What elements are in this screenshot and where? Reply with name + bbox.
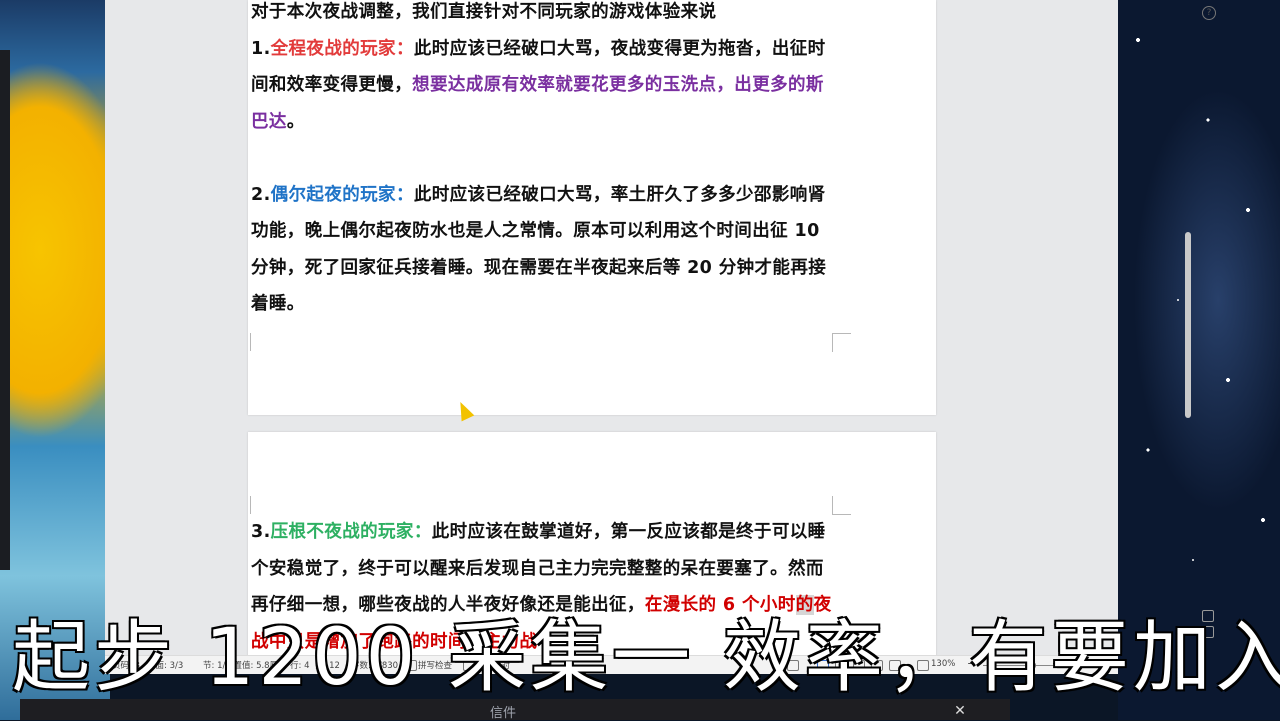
page-margin-mark bbox=[250, 333, 269, 351]
paragraph-2: 2.偶尔起夜的玩家：此时应该已经破口大骂，率土肝久了多多少邵影响肾功能，晚上偶尔… bbox=[251, 184, 827, 315]
page-margin-mark bbox=[250, 496, 269, 514]
document-page-1: 对于本次夜战调整，我们直接针对不同玩家的游戏体验来说 1.全程夜战的玩家：此时应… bbox=[248, 0, 936, 415]
paragraph-1-heading: 全程夜战的玩家 bbox=[270, 38, 396, 59]
paragraph-1: 1.全程夜战的玩家：此时应该已经破口大骂，夜战变得更为拖沓，出征时间和效率变得更… bbox=[251, 38, 826, 132]
paragraph-3-heading: 压根不夜战的玩家 bbox=[270, 522, 414, 542]
video-subtitle: 起步 1200 采集一 效率，有要加入 bbox=[12, 613, 1280, 703]
page-margin-mark bbox=[832, 496, 851, 515]
page-margin-mark bbox=[832, 333, 851, 352]
document-editor: 对于本次夜战调整，我们直接针对不同玩家的游戏体验来说 1.全程夜战的玩家：此时应… bbox=[105, 0, 1216, 673]
intro-line: 对于本次夜战调整，我们直接针对不同玩家的游戏体验来说 bbox=[251, 2, 717, 22]
scrollbar-thumb[interactable] bbox=[1185, 232, 1191, 418]
vertical-scrollbar[interactable] bbox=[1182, 0, 1194, 655]
page-1-text[interactable]: 对于本次夜战调整，我们直接针对不同玩家的游戏体验来说 1.全程夜战的玩家：此时应… bbox=[251, 0, 841, 323]
paragraph-2-heading: 偶尔起夜的玩家 bbox=[270, 184, 396, 205]
question-circle-icon[interactable]: ? bbox=[1202, 6, 1216, 20]
